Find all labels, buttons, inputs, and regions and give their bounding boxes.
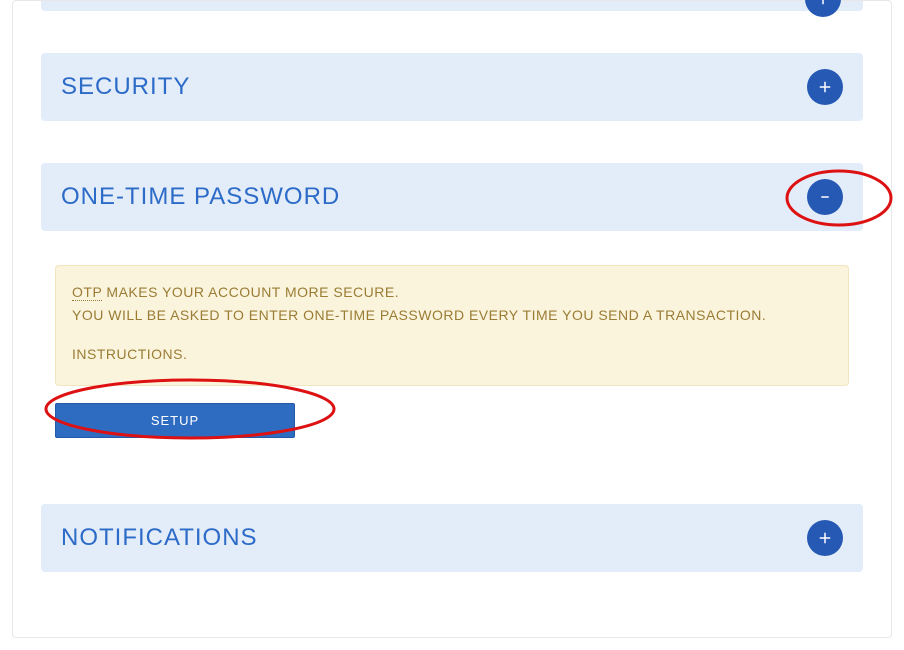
expand-button-security[interactable] [807, 69, 843, 105]
otp-info-line1-rest: MAKES YOUR ACCOUNT MORE SECURE. [102, 284, 399, 300]
otp-abbr[interactable]: OTP [72, 284, 102, 301]
period: . [183, 346, 187, 362]
otp-info-box: OTP MAKES YOUR ACCOUNT MORE SECURE. YOU … [55, 265, 849, 386]
instructions-link[interactable]: INSTRUCTIONS [72, 346, 183, 362]
accordion-security: SECURITY [41, 53, 863, 121]
accordion-header-otp[interactable]: ONE-TIME PASSWORD [41, 163, 863, 231]
accordion-title-security: SECURITY [61, 73, 190, 101]
plus-icon [816, 78, 834, 96]
accordion-header-notifications[interactable]: NOTIFICATIONS [41, 504, 863, 572]
expand-button-notifications[interactable] [807, 520, 843, 556]
accordion-otp: ONE-TIME PASSWORD OTP MAKES YOUR ACCOUNT… [41, 163, 863, 438]
plus-icon [816, 529, 834, 547]
minus-icon [816, 188, 834, 206]
accordion-title-otp: ONE-TIME PASSWORD [61, 183, 340, 211]
accordion-title-notifications: NOTIFICATIONS [61, 524, 258, 552]
setup-button[interactable]: SETUP [55, 403, 295, 438]
plus-icon [814, 0, 832, 8]
accordion-body-otp: OTP MAKES YOUR ACCOUNT MORE SECURE. YOU … [41, 231, 863, 438]
otp-info-line2: YOU WILL BE ASKED TO ENTER ONE-TIME PASS… [72, 305, 832, 326]
settings-panel: SECURITY ONE-TIME PASSWORD OTP MAKES YOU… [12, 0, 892, 638]
otp-info-line1: OTP MAKES YOUR ACCOUNT MORE SECURE. [72, 282, 832, 303]
otp-info-line3: INSTRUCTIONS. [72, 344, 832, 365]
accordion-header-security[interactable]: SECURITY [41, 53, 863, 121]
accordion-header-partial[interactable] [41, 1, 863, 11]
expand-button-top[interactable] [805, 0, 841, 17]
accordion-notifications: NOTIFICATIONS [41, 504, 863, 572]
collapse-button-otp[interactable] [807, 179, 843, 215]
